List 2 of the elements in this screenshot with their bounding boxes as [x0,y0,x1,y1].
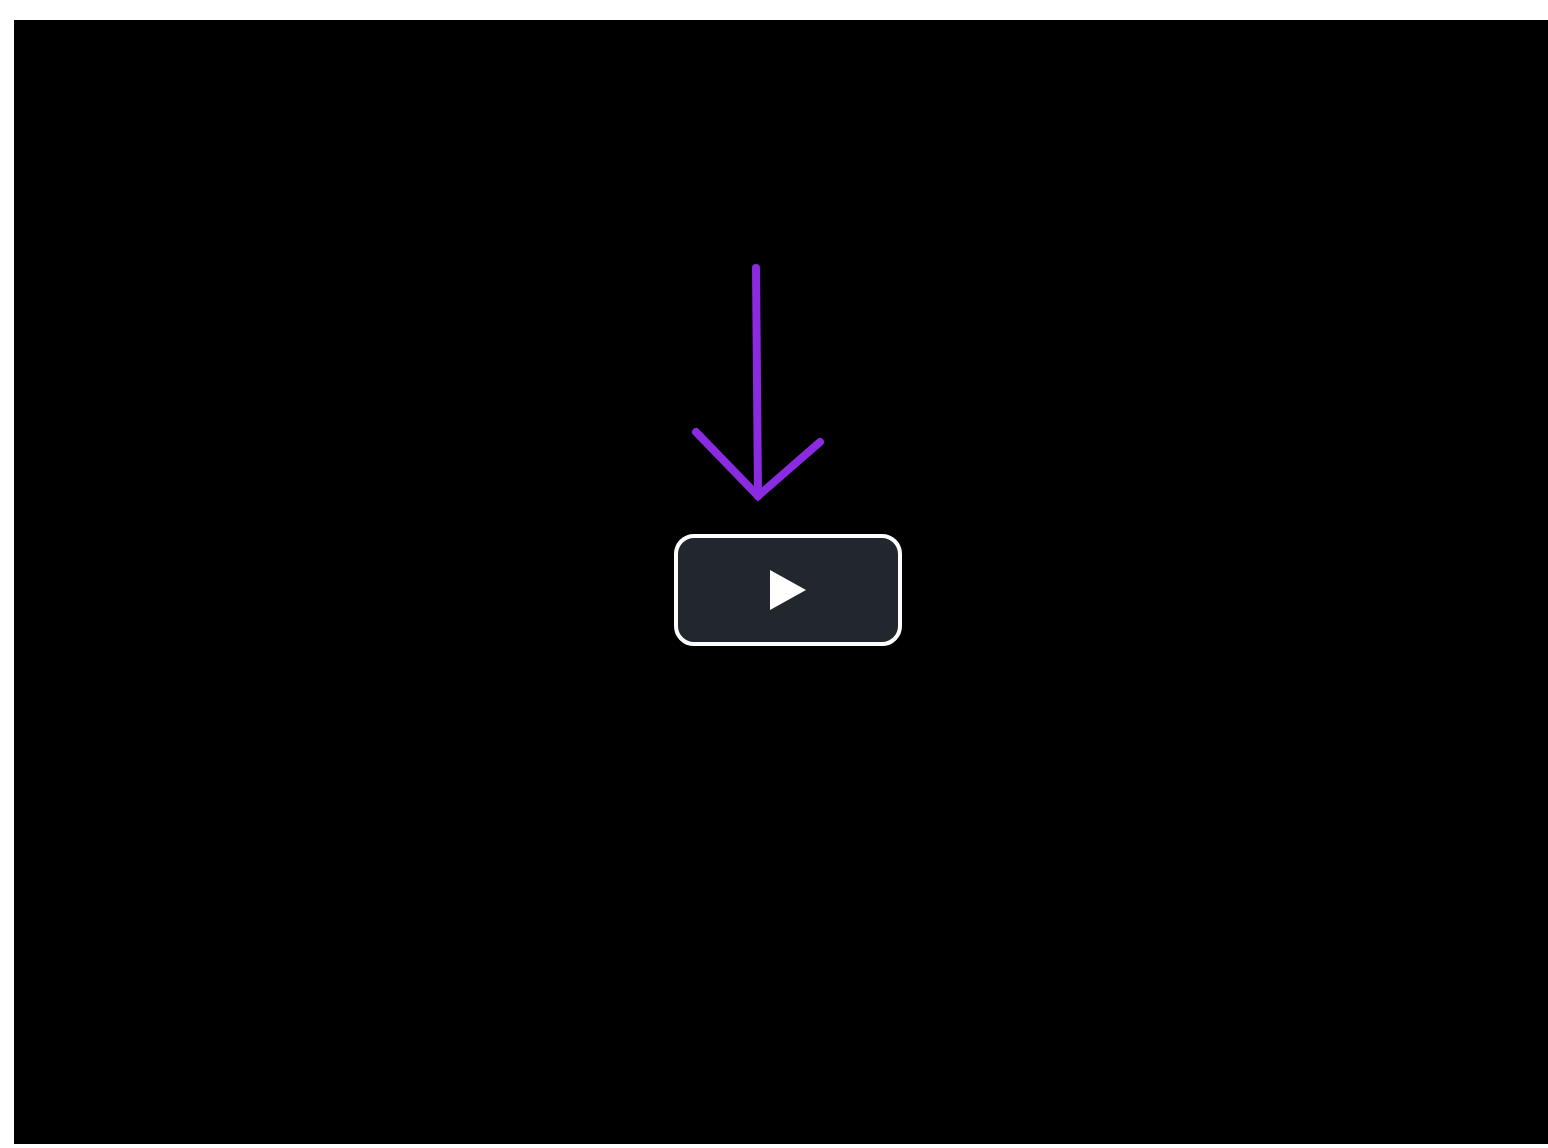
play-icon [770,570,806,610]
play-button[interactable] [674,534,902,646]
